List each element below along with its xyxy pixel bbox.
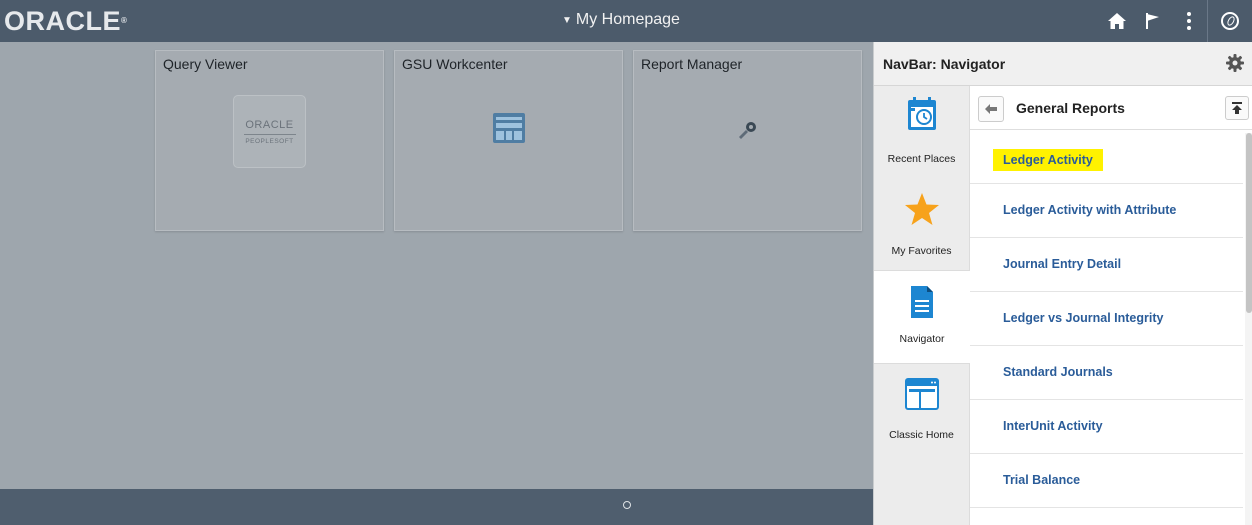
nav-item-standard-journals[interactable]: Standard Journals [970, 346, 1243, 400]
homepage-title: My Homepage [575, 11, 680, 28]
side-item-label: Classic Home [889, 429, 954, 441]
side-item-navigator[interactable]: Navigator [874, 270, 970, 364]
scroll-thumb[interactable] [1246, 133, 1252, 313]
navbar-sidebar: Recent Places My Favorites Navigator Cla… [874, 86, 970, 525]
list-item-label: Standard Journals [1003, 365, 1113, 379]
wrench-gear-icon [738, 122, 756, 139]
arrow-left-icon [985, 104, 997, 114]
compass-icon [1221, 12, 1239, 30]
kebab-menu-icon [1187, 12, 1191, 30]
list-item-label: Ledger vs Journal Integrity [1003, 311, 1164, 325]
nav-item-ledger-activity-with-attribute[interactable]: Ledger Activity with Attribute [970, 184, 1243, 238]
list-item-label: Ledger Activity with Attribute [1003, 203, 1177, 217]
navbar-button[interactable] [1207, 0, 1252, 42]
side-item-label: Recent Places [887, 153, 956, 165]
nav-item-interunit-activity[interactable]: InterUnit Activity [970, 400, 1243, 454]
side-item-recent-places[interactable]: Recent Places [874, 86, 969, 178]
workcenter-window-icon [492, 113, 525, 143]
list-scrollbar[interactable] [1245, 133, 1252, 525]
oracle-peoplesoft-logo: ORACLE PEOPLESOFT [233, 95, 306, 168]
oracle-logo: ORACLE® [4, 6, 128, 36]
nav-item-ledger-activity[interactable]: Ledger Activity [970, 130, 1243, 184]
nav-item-journal-entry-detail[interactable]: Journal Entry Detail [970, 238, 1243, 292]
flag-icon [1146, 13, 1159, 29]
tile-gsu-workcenter[interactable]: GSU Workcenter [394, 50, 623, 231]
star-icon [904, 193, 939, 225]
home-button[interactable] [1099, 0, 1135, 42]
notifications-button[interactable] [1135, 0, 1171, 42]
nav-item-ledger-vs-journal-integrity[interactable]: Ledger vs Journal Integrity [970, 292, 1243, 346]
window-icon [904, 378, 939, 410]
folder-header: General Reports [970, 86, 1252, 130]
page-indicator-dot[interactable] [623, 501, 631, 509]
list-item-label: InterUnit Activity [1003, 419, 1103, 433]
bottom-bar [0, 489, 873, 525]
gear-icon[interactable] [1225, 53, 1245, 73]
navbar-title: NavBar: Navigator [883, 56, 1006, 72]
nav-item-trial-balance[interactable]: Trial Balance [970, 454, 1243, 508]
top-banner: ORACLE® ▼ My Homepage [0, 0, 1252, 42]
tile-title: Query Viewer [163, 56, 248, 72]
document-icon [911, 286, 933, 318]
homepage-content: Query Viewer ORACLE PEOPLESOFT GSU Workc… [0, 42, 873, 489]
back-button[interactable] [978, 96, 1004, 122]
side-item-label: Navigator [899, 333, 945, 345]
tile-query-viewer[interactable]: Query Viewer ORACLE PEOPLESOFT [155, 50, 384, 231]
tile-report-manager[interactable]: Report Manager [633, 50, 862, 231]
side-item-label: My Favorites [891, 245, 952, 257]
homepage-selector[interactable]: ▼ My Homepage [562, 11, 680, 29]
pin-to-top-icon [1232, 102, 1242, 114]
list-item-label: Trial Balance [1003, 473, 1081, 487]
side-item-my-favorites[interactable]: My Favorites [874, 178, 969, 270]
pin-button[interactable] [1225, 96, 1249, 120]
caret-down-icon: ▼ [562, 14, 572, 26]
tile-title: GSU Workcenter [402, 56, 508, 72]
actions-menu-button[interactable] [1171, 0, 1207, 42]
navigator-list: General Reports Ledger Activity Ledger A… [970, 86, 1252, 525]
folder-title: General Reports [1016, 100, 1125, 116]
navbar-panel: NavBar: Navigator Recent Places My Favor… [873, 42, 1252, 525]
side-item-classic-home[interactable]: Classic Home [874, 362, 969, 454]
navbar-header: NavBar: Navigator [874, 42, 1252, 86]
calendar-clock-icon [907, 97, 936, 130]
tile-title: Report Manager [641, 56, 743, 72]
home-icon [1108, 13, 1126, 29]
list-item-label: Ledger Activity [993, 149, 1103, 171]
list-item-label: Journal Entry Detail [1003, 257, 1122, 271]
